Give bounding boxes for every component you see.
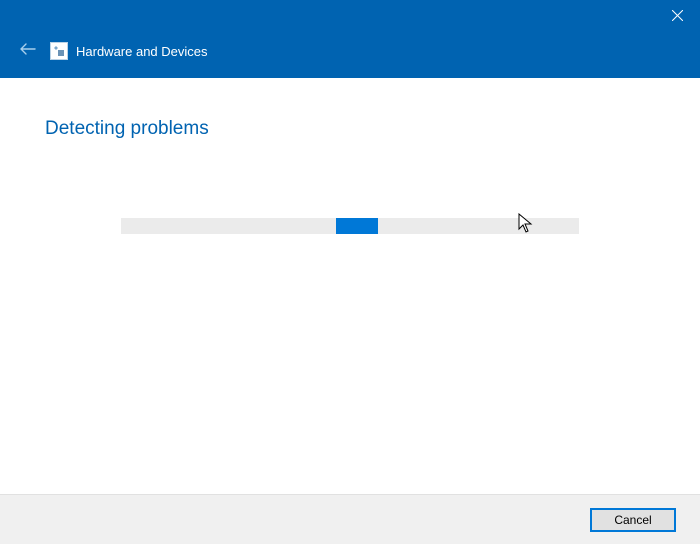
progress-chunk [336, 218, 378, 234]
back-arrow-icon [20, 42, 36, 58]
title-wrap: Hardware and Devices [50, 42, 208, 60]
content-area: Detecting problems [0, 78, 700, 234]
close-button[interactable] [655, 0, 700, 30]
progress-bar [121, 218, 579, 234]
troubleshooter-icon [50, 42, 68, 60]
page-heading: Detecting problems [45, 118, 655, 140]
titlebar: Hardware and Devices [0, 0, 700, 78]
close-icon [672, 10, 683, 21]
cancel-button[interactable]: Cancel [590, 508, 676, 532]
window-title: Hardware and Devices [76, 44, 208, 59]
footer: Cancel [0, 494, 700, 544]
